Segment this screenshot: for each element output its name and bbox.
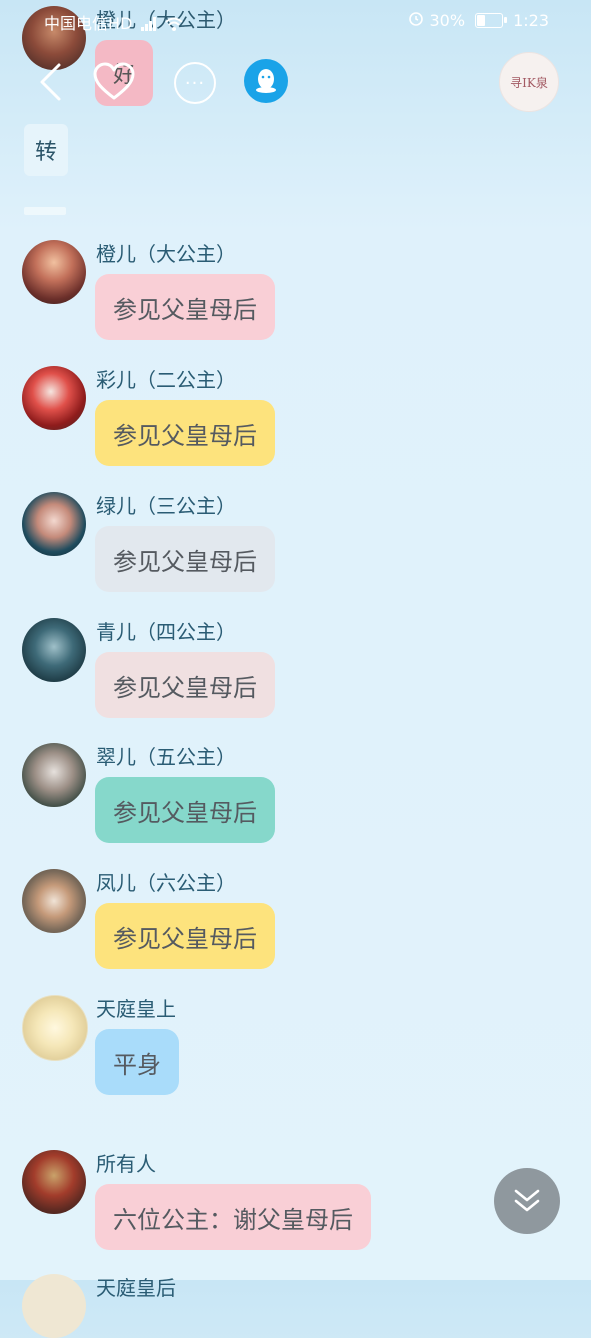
clock: 1:23 bbox=[513, 10, 549, 30]
sender-name: 绿儿（三公主） bbox=[96, 494, 236, 518]
battery-fill bbox=[477, 14, 485, 26]
qq-penguin-icon bbox=[256, 69, 276, 93]
wifi-icon bbox=[164, 16, 183, 35]
like-button[interactable] bbox=[92, 60, 136, 104]
message-bubble[interactable]: 参见父皇母后 bbox=[95, 777, 275, 843]
battery-percent: 30% bbox=[429, 10, 466, 30]
sender-name: 翠儿（五公主） bbox=[96, 745, 236, 769]
battery-icon bbox=[475, 12, 508, 28]
back-button[interactable] bbox=[30, 60, 70, 104]
heart-icon bbox=[93, 62, 135, 100]
double-chevron-down-icon bbox=[514, 1189, 540, 1212]
more-button[interactable]: ··· bbox=[174, 62, 216, 104]
sender-name: 青儿（四公主） bbox=[96, 620, 236, 644]
chevron-left-icon bbox=[40, 63, 61, 101]
avatar[interactable] bbox=[22, 1274, 86, 1338]
status-bar: 中国电信HD 30% 1:23 bbox=[0, 0, 591, 40]
message-bubble[interactable]: 参见父皇母后 bbox=[95, 652, 275, 718]
sender-name: 天庭皇后 bbox=[96, 1276, 176, 1300]
avatar[interactable] bbox=[22, 1150, 86, 1214]
avatar[interactable] bbox=[22, 995, 88, 1061]
ellipsis-icon: ··· bbox=[184, 72, 206, 94]
avatar[interactable] bbox=[22, 869, 86, 933]
alarm-icon bbox=[408, 10, 424, 30]
message-bubble[interactable]: 参见父皇母后 bbox=[95, 526, 275, 592]
carrier-label: 中国电信HD bbox=[44, 14, 133, 33]
status-right-group: 30% 1:23 bbox=[408, 10, 549, 30]
sender-name: 天庭皇上 bbox=[96, 997, 176, 1021]
message-bubble[interactable]: 参见父皇母后 bbox=[95, 903, 275, 969]
avatar[interactable] bbox=[22, 492, 86, 556]
message-bar bbox=[24, 207, 66, 215]
message-bubble[interactable]: 平身 bbox=[95, 1029, 179, 1095]
sender-name: 橙儿（大公主） bbox=[96, 242, 236, 266]
message-bubble[interactable]: 六位公主：谢父皇母后 bbox=[95, 1184, 371, 1250]
chat-header: ··· 寻IK泉 bbox=[0, 50, 591, 114]
signal-icon bbox=[141, 16, 157, 35]
carrier-info: 中国电信HD bbox=[44, 10, 183, 35]
sender-name: 彩儿（二公主） bbox=[96, 368, 236, 392]
group-avatar[interactable]: 寻IK泉 bbox=[499, 52, 559, 112]
message-bubble[interactable]: 参见父皇母后 bbox=[95, 400, 275, 466]
scroll-to-bottom-button[interactable] bbox=[494, 1168, 560, 1234]
avatar[interactable] bbox=[22, 240, 86, 304]
group-avatar-text: 寻IK泉 bbox=[510, 75, 548, 90]
avatar[interactable] bbox=[22, 618, 86, 682]
transfer-chip[interactable]: 转 bbox=[24, 124, 68, 176]
qq-button[interactable] bbox=[244, 59, 288, 103]
message-bubble[interactable]: 参见父皇母后 bbox=[95, 274, 275, 340]
sender-name: 所有人 bbox=[96, 1152, 156, 1176]
sender-name: 凤儿（六公主） bbox=[96, 871, 236, 895]
avatar[interactable] bbox=[22, 743, 86, 807]
avatar[interactable] bbox=[22, 366, 86, 430]
